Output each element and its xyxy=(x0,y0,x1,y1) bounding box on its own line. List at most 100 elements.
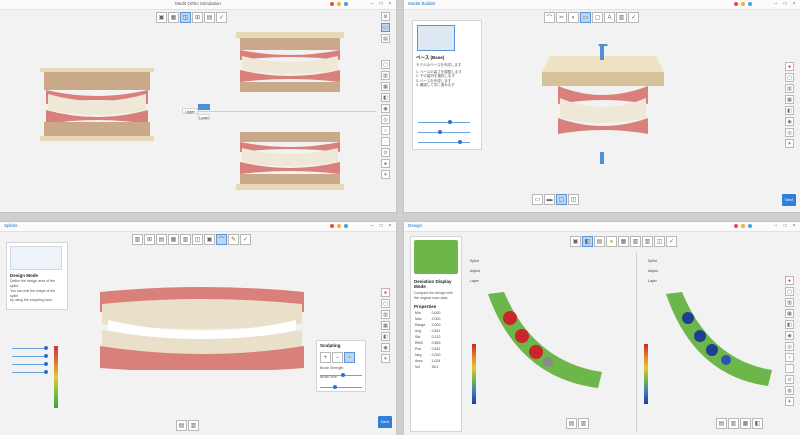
maximize-icon[interactable]: □ xyxy=(782,1,788,7)
split-tool[interactable]: ⊞ xyxy=(192,12,203,23)
remove-tool[interactable]: − xyxy=(332,352,343,363)
tooth-icon[interactable]: ◉ xyxy=(381,104,390,113)
close-icon[interactable]: × xyxy=(387,1,393,7)
check-tool[interactable]: ✓ xyxy=(666,236,677,247)
tooth-icon[interactable]: ◉ xyxy=(381,343,390,352)
front-view-icon[interactable]: ▥ xyxy=(381,310,390,319)
cube-icon[interactable]: ▢ xyxy=(381,299,390,308)
base-angle-tool[interactable]: ◫ xyxy=(568,194,579,205)
sculpt-tool[interactable]: ✎ xyxy=(228,234,239,245)
smooth-tool[interactable]: ~ xyxy=(344,352,355,363)
gradient-tool[interactable]: ▥ xyxy=(188,420,199,431)
window-controls[interactable]: – □ × xyxy=(773,1,797,7)
minimize-icon[interactable]: – xyxy=(369,223,375,229)
tree-item[interactable]: Splint xyxy=(470,256,480,266)
side-view-icon[interactable]: ▦ xyxy=(785,309,794,318)
app-name[interactable]: Design xyxy=(408,223,422,228)
cube-icon[interactable]: ▢ xyxy=(785,73,794,82)
front-view-icon[interactable]: ▥ xyxy=(785,84,794,93)
window-controls[interactable]: – □ × xyxy=(369,223,393,229)
bottom-tool[interactable]: ▥ xyxy=(578,418,589,429)
minimize-icon[interactable]: – xyxy=(773,223,779,229)
design-tool[interactable]: ⌒ xyxy=(216,234,227,245)
screen-icon[interactable]: ▭ xyxy=(381,23,390,32)
base-height-tool[interactable]: ▭ xyxy=(532,194,543,205)
teeth-tool[interactable]: ▥ xyxy=(642,236,653,247)
bottom-tool[interactable]: ▥ xyxy=(728,418,739,429)
maximize-icon[interactable]: □ xyxy=(378,1,384,7)
side-view-icon[interactable]: ▦ xyxy=(785,95,794,104)
tooth5-icon[interactable]: ⊙ xyxy=(785,375,794,384)
tooth-icon[interactable]: ◉ xyxy=(785,117,794,126)
tree-item[interactable]: Splint xyxy=(648,256,658,266)
block-tool[interactable]: ◫ xyxy=(654,236,665,247)
tooth3-icon[interactable]: ○ xyxy=(381,126,390,135)
close-icon[interactable]: × xyxy=(791,1,797,7)
compare-tool[interactable]: ◫ xyxy=(180,12,191,23)
tooth4-icon[interactable]: ◌ xyxy=(381,137,390,146)
top-view-icon[interactable]: ◧ xyxy=(785,106,794,115)
base-tool[interactable]: ▭ xyxy=(580,12,591,23)
check-tool[interactable]: ✓ xyxy=(628,12,639,23)
check-tool[interactable]: ✓ xyxy=(240,234,251,245)
side-view-icon[interactable]: ▦ xyxy=(381,82,390,91)
fill-tool[interactable]: ◐ xyxy=(568,12,579,23)
light-icon[interactable]: ☀ xyxy=(381,170,390,179)
tree-item[interactable]: Layer xyxy=(470,276,480,286)
view-tool[interactable]: ▣ xyxy=(570,236,581,247)
up-arrow-icon[interactable] xyxy=(600,44,604,60)
light-icon[interactable]: ☀ xyxy=(381,354,390,363)
color-icon[interactable]: ● xyxy=(785,276,794,285)
next-button[interactable]: Next xyxy=(378,416,392,428)
bottom-tool[interactable]: ▤ xyxy=(566,418,577,429)
slider-stack[interactable] xyxy=(12,344,52,384)
tooth2-icon[interactable]: ◎ xyxy=(785,342,794,351)
down-arrow-icon[interactable] xyxy=(600,152,604,164)
front-view-icon[interactable]: ▥ xyxy=(785,298,794,307)
light-icon[interactable]: ☀ xyxy=(785,139,794,148)
next-button[interactable]: Next xyxy=(782,194,796,206)
trim-tool[interactable]: ✂ xyxy=(556,12,567,23)
side-view-icon[interactable]: ▦ xyxy=(381,321,390,330)
tree-item[interactable]: Adjust xyxy=(470,266,480,276)
color-icon[interactable]: ● xyxy=(785,62,794,71)
grid-tool[interactable]: ▦ xyxy=(618,236,629,247)
top-view-icon[interactable]: ◧ xyxy=(381,93,390,102)
front-view-icon[interactable]: ▥ xyxy=(381,71,390,80)
settings-icon[interactable]: ⚙ xyxy=(381,12,390,21)
base-width-tool[interactable]: ▬ xyxy=(544,194,555,205)
app-name[interactable]: Model Builder xyxy=(408,1,436,6)
view-tool[interactable]: ▣ xyxy=(156,12,167,23)
app-name[interactable]: Splints xyxy=(4,223,18,228)
grid-tool[interactable]: ▦ xyxy=(168,234,179,245)
add-tool[interactable]: + xyxy=(320,352,331,363)
close-icon[interactable]: × xyxy=(387,223,393,229)
block-tool[interactable]: ◫ xyxy=(192,234,203,245)
tooth2-icon[interactable]: ◎ xyxy=(785,128,794,137)
tooth3-icon[interactable]: ○ xyxy=(785,353,794,362)
column-tool[interactable]: ▥ xyxy=(630,236,641,247)
tooth6-icon[interactable]: ◍ xyxy=(785,386,794,395)
tooth4-icon[interactable]: ◌ xyxy=(785,364,794,373)
window-controls[interactable]: – □ × xyxy=(369,1,393,7)
hollow-tool[interactable]: ▢ xyxy=(592,12,603,23)
arch-tool[interactable]: ⌒ xyxy=(544,12,555,23)
tooth5-icon[interactable]: ⊙ xyxy=(381,148,390,157)
cube-icon[interactable]: ▢ xyxy=(785,287,794,296)
tree-item[interactable]: Adjust xyxy=(648,266,658,276)
color-icon[interactable]: ● xyxy=(381,159,390,168)
close-icon[interactable]: × xyxy=(791,223,797,229)
column-tool[interactable]: ▥ xyxy=(180,234,191,245)
bottom-tool[interactable]: ◧ xyxy=(752,418,763,429)
minimize-icon[interactable]: – xyxy=(369,1,375,7)
tree-item[interactable]: Layer xyxy=(648,276,658,286)
bottom-tool[interactable]: ▦ xyxy=(740,418,751,429)
layer-tool[interactable]: ▤ xyxy=(156,234,167,245)
check-tool[interactable]: ✓ xyxy=(216,12,227,23)
base-type-tool[interactable]: ▢ xyxy=(556,194,567,205)
layer-tool[interactable]: ▤ xyxy=(594,236,605,247)
cube-icon[interactable]: ▢ xyxy=(381,60,390,69)
maximize-icon[interactable]: □ xyxy=(378,223,384,229)
color-icon[interactable]: ● xyxy=(381,288,390,297)
slider-group[interactable] xyxy=(418,118,474,148)
